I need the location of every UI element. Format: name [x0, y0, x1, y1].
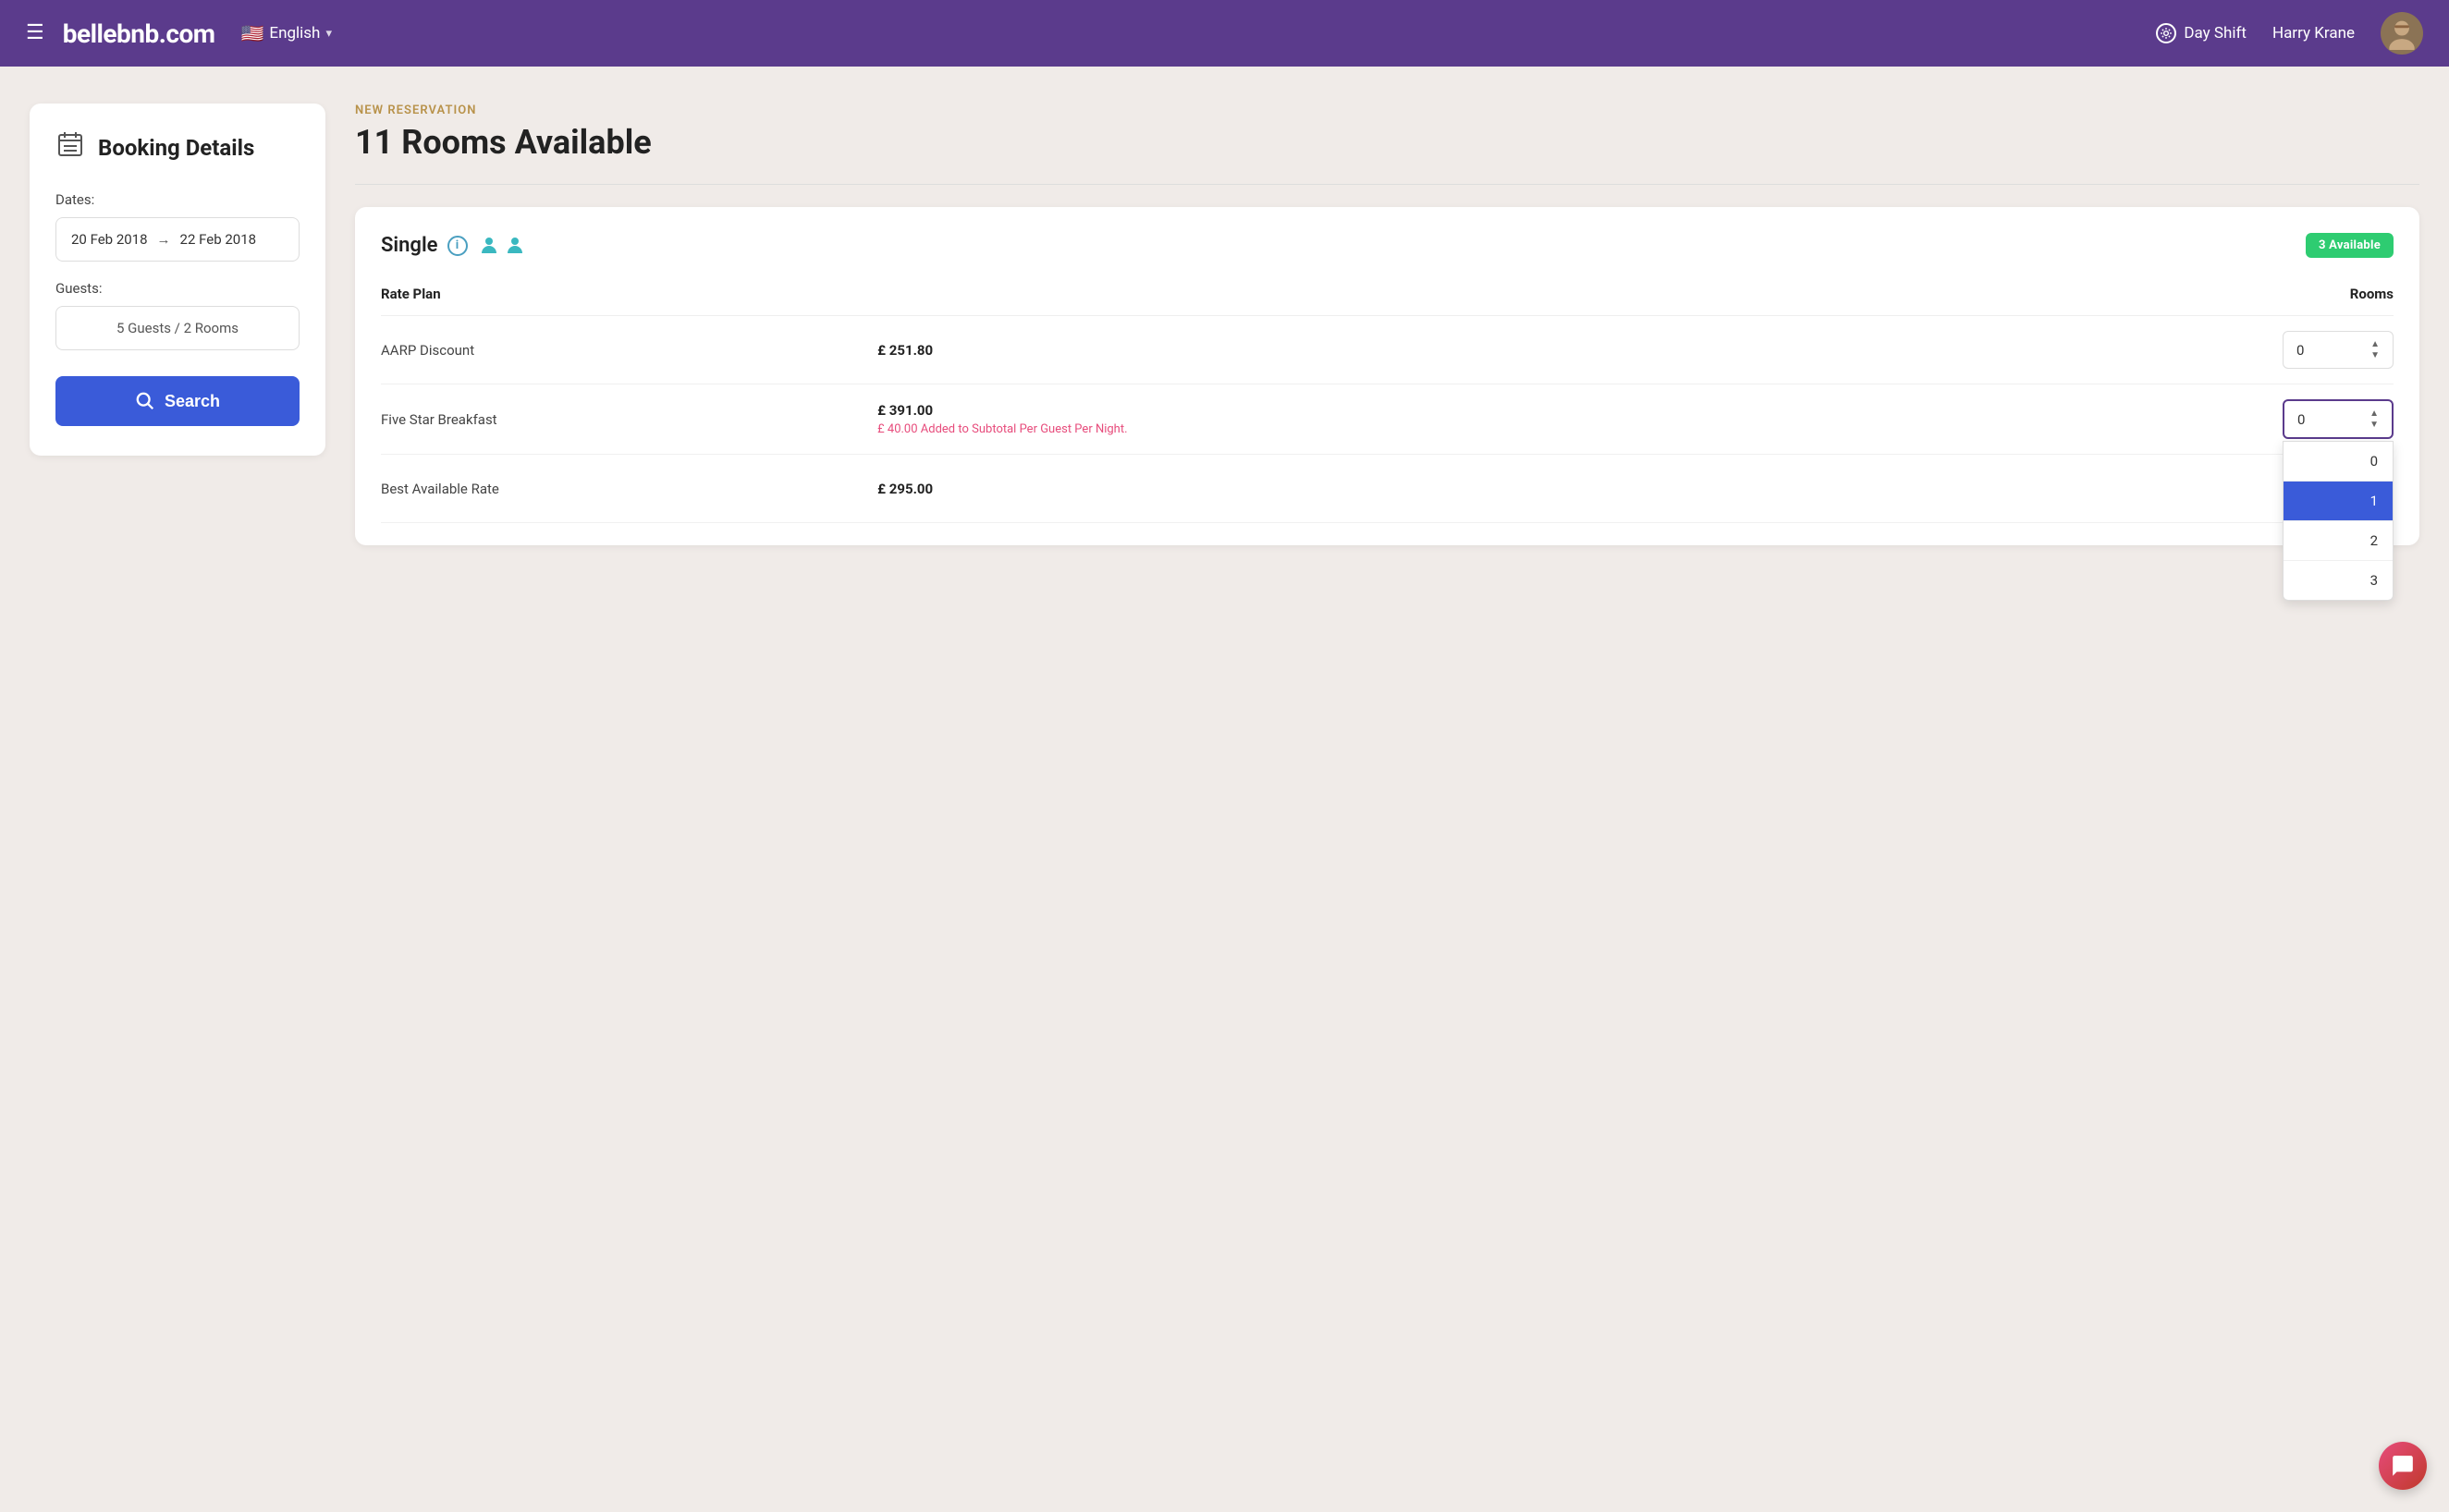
rooms-cell: 0 ▲▼	[1928, 316, 2394, 384]
rate-table: Rate Plan Rooms AARP Discount£ 251.800 ▲…	[381, 278, 2394, 523]
search-label: Search	[165, 392, 220, 411]
new-reservation-label: NEW RESERVATION	[355, 104, 2419, 117]
rooms-panel: NEW RESERVATION 11 Rooms Available Singl…	[355, 104, 2419, 545]
room-card: Single i 3 Available	[355, 207, 2419, 545]
dropdown-item[interactable]: 0	[2284, 442, 2393, 482]
sun-icon	[2156, 23, 2176, 43]
search-button[interactable]: Search	[55, 376, 300, 426]
rooms-cell: 0 ▲▼ 0123	[1928, 384, 2394, 455]
day-shift-toggle[interactable]: Day Shift	[2156, 23, 2247, 43]
guests-label: Guests:	[55, 280, 300, 297]
rooms-title: 11 Rooms Available	[355, 123, 2419, 162]
avatar[interactable]	[2381, 12, 2423, 55]
divider	[355, 184, 2419, 185]
language-label: English	[269, 24, 320, 43]
available-badge: 3 Available	[2306, 233, 2394, 258]
rate-name: Best Available Rate	[381, 455, 877, 523]
booking-title: Booking Details	[98, 135, 254, 161]
table-row: Best Available Rate£ 295.000 ▲▼	[381, 455, 2394, 523]
day-shift-label: Day Shift	[2184, 24, 2247, 43]
stepper-arrows: ▲▼	[2370, 339, 2380, 360]
rate-name: AARP Discount	[381, 316, 877, 384]
booking-panel-header: Booking Details	[55, 129, 300, 165]
chevron-down-icon: ▾	[325, 27, 332, 41]
rooms-stepper[interactable]: 0 ▲▼	[2283, 331, 2394, 369]
menu-icon[interactable]: ☰	[26, 23, 44, 43]
stepper-arrows: ▲▼	[2369, 408, 2379, 430]
guest-icon-1	[481, 235, 503, 257]
guest-icon-2	[507, 235, 529, 257]
dropdown-menu: 0123	[2283, 441, 2394, 601]
rate-name: Five Star Breakfast	[381, 384, 877, 455]
booking-icon	[55, 129, 85, 165]
header-right: Day Shift Harry Krane	[2156, 12, 2423, 55]
rate-price-cell: £ 251.80	[877, 316, 1928, 384]
stepper-value: 0	[2297, 411, 2305, 428]
booking-panel: Booking Details Dates: 20 Feb 2018 → 22 …	[30, 104, 325, 456]
dates-label: Dates:	[55, 191, 300, 208]
header: ☰ bellebnb.com 🇺🇸 English ▾ Day S	[0, 0, 2449, 67]
rate-price-cell: £ 295.00	[877, 455, 1928, 523]
table-row: AARP Discount£ 251.80 0 ▲▼	[381, 316, 2394, 384]
dropdown-item[interactable]: 3	[2284, 561, 2393, 600]
rooms-stepper[interactable]: 0 ▲▼	[2283, 399, 2394, 439]
guests-field[interactable]: 5 Guests / 2 Rooms	[55, 306, 300, 350]
rate-plan-header: Rate Plan	[381, 278, 877, 316]
dropdown-item[interactable]: 2	[2284, 521, 2393, 561]
date-to: 22 Feb 2018	[180, 231, 257, 248]
stepper-value: 0	[2296, 342, 2304, 359]
main-content: Booking Details Dates: 20 Feb 2018 → 22 …	[0, 67, 2449, 582]
date-range-field[interactable]: 20 Feb 2018 → 22 Feb 2018	[55, 217, 300, 262]
info-icon[interactable]: i	[447, 236, 468, 256]
user-name: Harry Krane	[2272, 24, 2355, 43]
flag-icon: 🇺🇸	[241, 22, 264, 44]
date-from: 20 Feb 2018	[71, 231, 148, 248]
room-name: Single	[381, 234, 438, 257]
chat-button[interactable]	[2379, 1442, 2427, 1490]
logo: bellebnb.com	[63, 18, 215, 49]
dropdown-item[interactable]: 1	[2284, 482, 2393, 521]
rooms-header: Rooms	[1928, 278, 2394, 316]
date-arrow-icon: →	[157, 231, 171, 248]
guest-icons	[481, 235, 529, 257]
rate-price-cell: £ 391.00£ 40.00 Added to Subtotal Per Gu…	[877, 384, 1928, 455]
room-card-header: Single i 3 Available	[381, 233, 2394, 258]
table-row: Five Star Breakfast£ 391.00£ 40.00 Added…	[381, 384, 2394, 455]
language-selector[interactable]: 🇺🇸 English ▾	[241, 22, 332, 44]
